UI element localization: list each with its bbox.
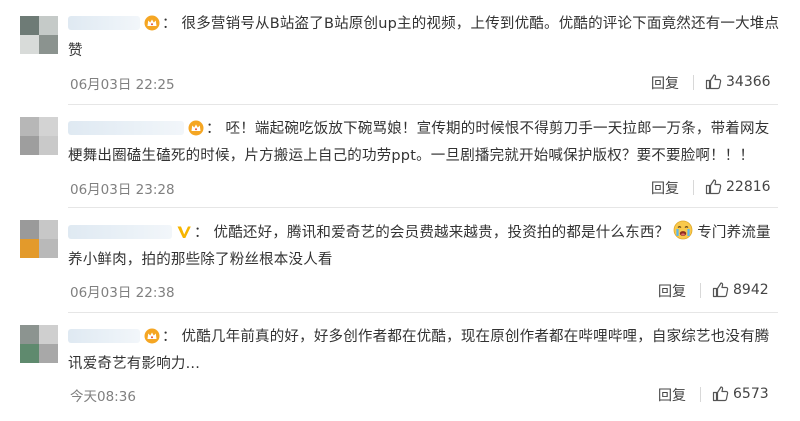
verified-v-icon	[176, 224, 192, 248]
crying-emoji-icon	[673, 220, 693, 248]
comment-text: 优酷还好，腾讯和爱奇艺的会员费越来越贵，投资拍的都是什么东西？	[213, 225, 670, 241]
avatar[interactable]	[20, 325, 58, 363]
thumbs-up-icon	[712, 386, 729, 402]
like-count: 8942	[733, 281, 769, 298]
reply-button[interactable]: 回复	[651, 178, 679, 198]
separator	[693, 180, 694, 195]
comment-time: 06月03日 22:25	[70, 77, 175, 93]
avatar[interactable]	[20, 117, 58, 155]
like-button[interactable]: 8942	[712, 281, 769, 298]
user-name-blurred[interactable]	[68, 225, 172, 239]
comment-feed: ： 很多营销号从B站盗了B站原创up主的视频，上传到优酷。优酷的评论下面竟然还有…	[0, 0, 800, 421]
like-count: 6573	[733, 385, 769, 402]
thumbs-up-icon	[712, 282, 729, 298]
crown-icon	[144, 15, 160, 39]
separator	[700, 283, 701, 298]
crown-icon	[144, 328, 160, 352]
user-name-blurred[interactable]	[68, 121, 184, 135]
comment-time: 06月03日 22:38	[70, 285, 175, 301]
comment-meta: 06月03日 22:38 回复 8942	[0, 281, 800, 302]
like-count: 22816	[726, 178, 771, 195]
comment-meta: 06月03日 22:25 回复 34366	[0, 73, 800, 94]
crown-icon	[188, 120, 204, 144]
comment-meta: 06月03日 23:28 回复 22816	[0, 178, 800, 199]
comment-body: ： 很多营销号从B站盗了B站原创up主的视频，上传到优酷。优酷的评论下面竟然还有…	[68, 15, 780, 59]
avatar[interactable]	[20, 16, 58, 54]
like-button[interactable]: 22816	[705, 178, 771, 195]
comment-item: ： 呸！端起碗吃饭放下碗骂娘！宣传期的时候恨不得剪刀手一天拉郎一万条，带着网友梗…	[0, 105, 800, 208]
comment-item: ： 优酷还好，腾讯和爱奇艺的会员费越来越贵，投资拍的都是什么东西？ 专门养流量养小…	[0, 208, 800, 313]
comment-time: 今天08:36	[70, 389, 136, 405]
comment-body: ： 优酷还好，腾讯和爱奇艺的会员费越来越贵，投资拍的都是什么东西？ 专门养流量养小…	[68, 220, 780, 272]
separator	[693, 75, 694, 90]
comment-text: 优酷几年前真的好，好多创作者都在优酷，现在原创作者都在哔哩哔哩，自家综艺也没有腾…	[68, 329, 770, 372]
comment-time: 06月03日 23:28	[70, 182, 175, 198]
avatar[interactable]	[20, 220, 58, 258]
comment-item: ： 很多营销号从B站盗了B站原创up主的视频，上传到优酷。优酷的评论下面竟然还有…	[0, 0, 800, 105]
like-button[interactable]: 34366	[705, 73, 771, 90]
thumbs-up-icon	[705, 74, 722, 90]
separator	[700, 387, 701, 402]
reply-button[interactable]: 回复	[651, 73, 679, 93]
comment-body: ： 呸！端起碗吃饭放下碗骂娘！宣传期的时候恨不得剪刀手一天拉郎一万条，带着网友梗…	[68, 120, 770, 164]
reply-button[interactable]: 回复	[658, 281, 686, 301]
comment-meta: 今天08:36 回复 6573	[0, 385, 800, 406]
comment-text: 很多营销号从B站盗了B站原创up主的视频，上传到优酷。优酷的评论下面竟然还有一大…	[68, 16, 780, 59]
user-name-blurred[interactable]	[68, 329, 140, 343]
thumbs-up-icon	[705, 179, 722, 195]
like-button[interactable]: 6573	[712, 385, 769, 402]
reply-button[interactable]: 回复	[658, 385, 686, 405]
comment-item: ： 优酷几年前真的好，好多创作者都在优酷，现在原创作者都在哔哩哔哩，自家综艺也没…	[0, 313, 800, 421]
like-count: 34366	[726, 73, 771, 90]
comment-body: ： 优酷几年前真的好，好多创作者都在优酷，现在原创作者都在哔哩哔哩，自家综艺也没…	[68, 328, 770, 372]
user-name-blurred[interactable]	[68, 16, 140, 30]
